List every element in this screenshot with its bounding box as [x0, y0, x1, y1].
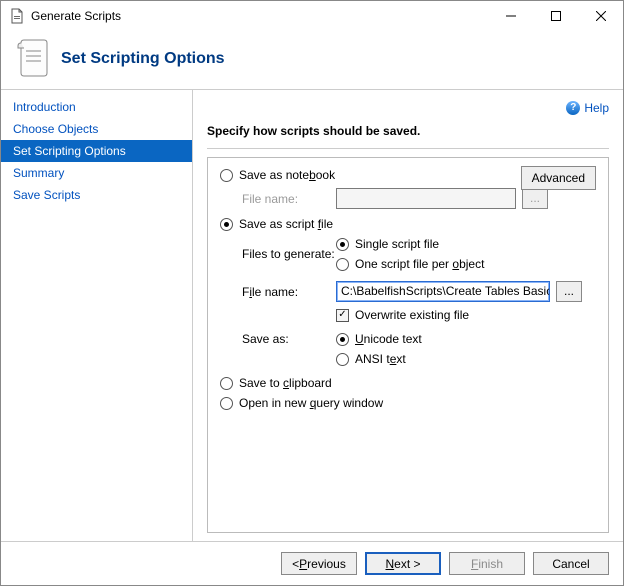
options-pane: Advanced Save as notebook File name: ...	[207, 157, 609, 533]
notebook-filename-label: File name:	[242, 192, 336, 206]
save-as-label: Save as:	[242, 332, 336, 346]
maximize-button[interactable]	[533, 1, 578, 31]
save-scriptfile-row: Save as script file	[220, 217, 596, 231]
open-newquery-radio[interactable]	[220, 397, 233, 410]
app-icon	[9, 8, 25, 24]
overwrite-checkbox[interactable]	[336, 309, 349, 322]
advanced-button[interactable]: Advanced	[521, 166, 596, 190]
files-to-generate-row: Files to generate: Single script file On…	[242, 237, 596, 271]
open-newquery-label[interactable]: Open in new query window	[239, 396, 383, 410]
close-button[interactable]	[578, 1, 623, 31]
save-as-row: Save as: Unicode text ANSI text	[242, 332, 596, 366]
wizard-window: Generate Scripts Set Scripting Options I…	[0, 0, 624, 586]
next-button[interactable]: Next >	[365, 552, 441, 575]
per-object-radio[interactable]	[336, 258, 349, 271]
unicode-radio[interactable]	[336, 333, 349, 346]
ansi-label[interactable]: ANSI text	[355, 352, 406, 366]
scriptfile-browse-button[interactable]: ...	[556, 281, 582, 302]
open-newquery-row: Open in new query window	[220, 396, 596, 410]
scriptfile-filename-label: File name:	[242, 285, 336, 299]
sidebar-item-set-scripting-options[interactable]: Set Scripting Options	[1, 140, 192, 162]
page-title: Set Scripting Options	[61, 50, 225, 68]
scroll-icon	[15, 39, 51, 79]
help-icon: ?	[566, 101, 580, 115]
save-clipboard-row: Save to clipboard	[220, 376, 596, 390]
sidebar-item-choose-objects[interactable]: Choose Objects	[1, 118, 192, 140]
instruction-text: Specify how scripts should be saved.	[207, 124, 609, 138]
sidebar-item-save-scripts[interactable]: Save Scripts	[1, 184, 192, 206]
save-notebook-radio[interactable]	[220, 169, 233, 182]
notebook-filename-row: File name: ...	[242, 188, 596, 209]
scriptfile-filename-row: File name: C:\BabelfishScripts\Create Ta…	[242, 281, 596, 302]
ansi-radio[interactable]	[336, 353, 349, 366]
finish-button: Finish	[449, 552, 525, 575]
help-link[interactable]: Help	[584, 101, 609, 115]
scriptfile-filename-input[interactable]: C:\BabelfishScripts\Create Tables Basic …	[336, 281, 550, 302]
help-bar: ? Help	[207, 98, 609, 118]
save-clipboard-label[interactable]: Save to clipboard	[239, 376, 332, 390]
save-notebook-label[interactable]: Save as notebook	[239, 168, 335, 182]
save-scriptfile-label[interactable]: Save as script file	[239, 217, 333, 231]
titlebar: Generate Scripts	[1, 1, 623, 31]
notebook-browse-button: ...	[522, 188, 548, 209]
cancel-button[interactable]: Cancel	[533, 552, 609, 575]
save-scriptfile-radio[interactable]	[220, 218, 233, 231]
sidebar: Introduction Choose Objects Set Scriptin…	[1, 90, 193, 541]
overwrite-row: Overwrite existing file	[242, 308, 596, 322]
previous-button[interactable]: < Previous	[281, 552, 357, 575]
window-title: Generate Scripts	[31, 9, 488, 23]
per-object-label[interactable]: One script file per object	[355, 257, 484, 271]
save-clipboard-radio[interactable]	[220, 377, 233, 390]
window-buttons	[488, 1, 623, 31]
unicode-label[interactable]: Unicode text	[355, 332, 422, 346]
divider	[207, 148, 609, 149]
sidebar-item-summary[interactable]: Summary	[1, 162, 192, 184]
footer: < Previous Next > Finish Cancel	[1, 541, 623, 585]
main-panel: ? Help Specify how scripts should be sav…	[193, 90, 623, 541]
notebook-filename-input	[336, 188, 516, 209]
files-to-generate-label: Files to generate:	[242, 247, 336, 261]
single-script-radio[interactable]	[336, 238, 349, 251]
sidebar-item-introduction[interactable]: Introduction	[1, 96, 192, 118]
overwrite-label[interactable]: Overwrite existing file	[355, 308, 469, 322]
minimize-button[interactable]	[488, 1, 533, 31]
header-band: Set Scripting Options	[1, 31, 623, 89]
columns: Introduction Choose Objects Set Scriptin…	[1, 89, 623, 541]
single-script-label[interactable]: Single script file	[355, 237, 439, 251]
